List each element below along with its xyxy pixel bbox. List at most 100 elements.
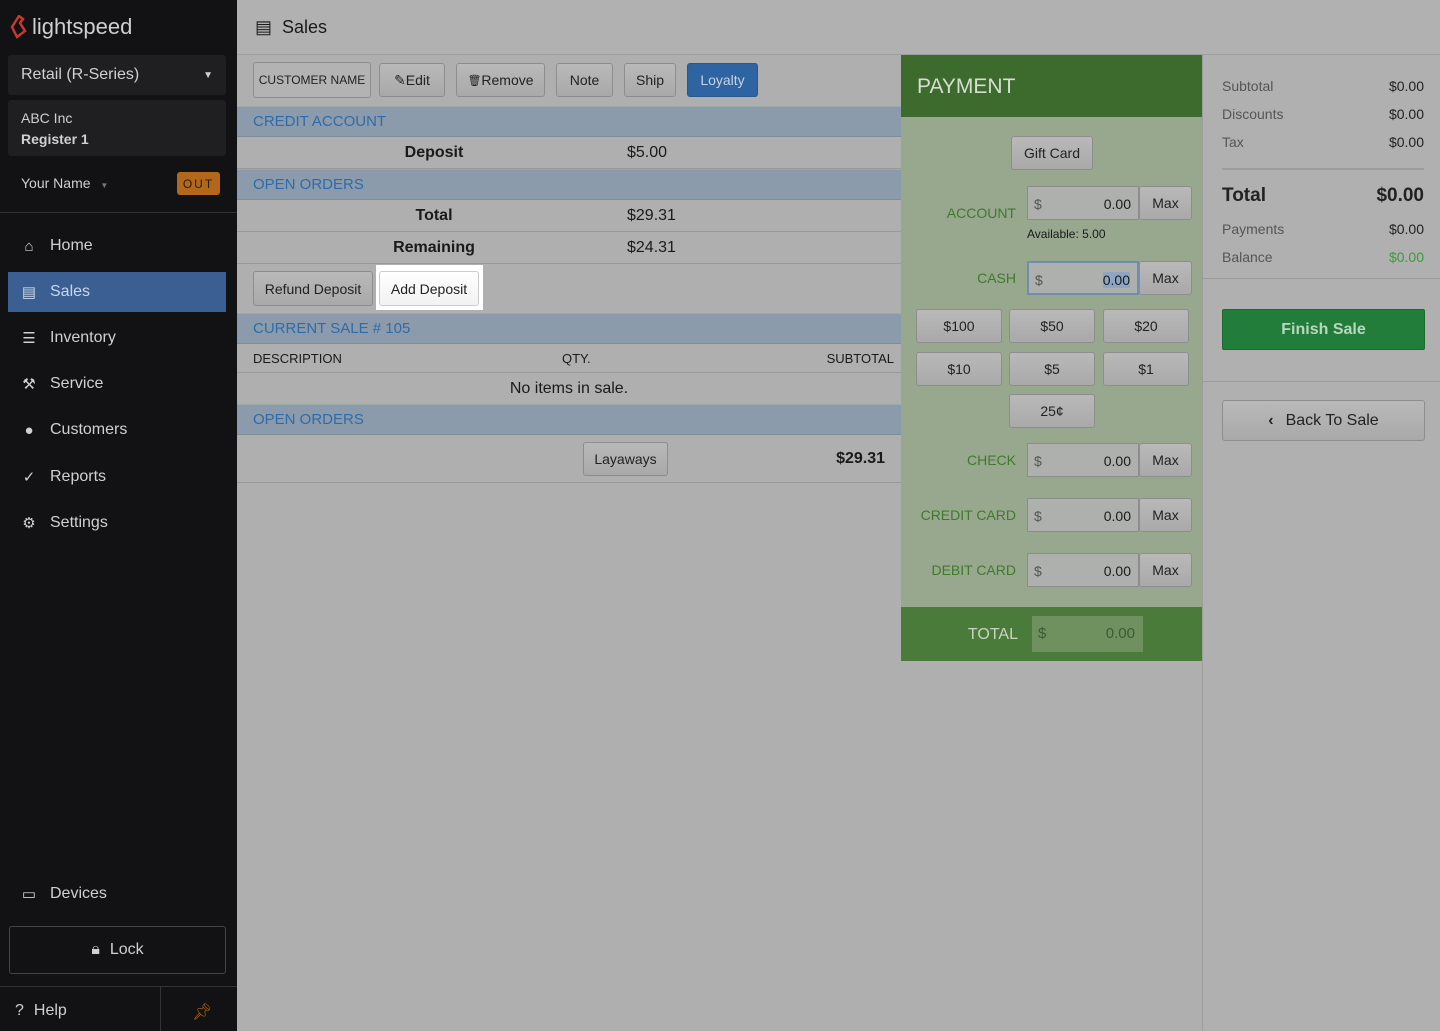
ship-button[interactable]: Ship (624, 63, 676, 97)
check-max-button[interactable]: Max (1139, 443, 1192, 477)
account-max-button[interactable]: Max (1139, 186, 1192, 220)
caret-down-icon: ▼ (203, 69, 213, 81)
sidebar-item-settings[interactable]: ⚙ Settings (8, 503, 226, 543)
sidebar-item-reports[interactable]: ✓ Reports (8, 457, 226, 497)
current-sale-header: CURRENT SALE # 105 (237, 313, 901, 344)
account-input[interactable]: $0.00 (1027, 186, 1139, 220)
sidebar-item-sales[interactable]: ▤ Sales (8, 272, 226, 312)
payment-total-field: $0.00 (1032, 616, 1143, 652)
cash-10-button[interactable]: $10 (916, 352, 1002, 386)
value: $0.00 (1376, 185, 1424, 206)
note-button[interactable]: Note (556, 63, 613, 97)
divider (1202, 381, 1440, 382)
cash-1-button[interactable]: $1 (1103, 352, 1189, 386)
nav-label: Customers (50, 421, 128, 438)
value: 0.00 (1103, 508, 1131, 524)
nav-label: Settings (50, 514, 108, 531)
cash-100-button[interactable]: $100 (916, 309, 1002, 343)
flame-icon (10, 15, 27, 39)
divider (0, 212, 237, 213)
label: Tax (1222, 134, 1244, 150)
brand-name: lightspeed (32, 14, 133, 39)
value: 0.00 (1102, 272, 1130, 288)
hammer-icon: ⚒ (22, 376, 36, 393)
value: $0.00 (1388, 134, 1424, 150)
layaways-button[interactable]: Layaways (583, 442, 668, 476)
credit-card-max-button[interactable]: Max (1139, 498, 1192, 532)
label: Total (1222, 185, 1266, 206)
devices-icon: ▭ (21, 886, 37, 903)
add-deposit-button[interactable]: Add Deposit (379, 271, 479, 306)
currency: $ (1034, 563, 1042, 579)
cash-max-button[interactable]: Max (1139, 261, 1192, 295)
tax-row: Tax $0.00 (1222, 134, 1424, 150)
loyalty-button[interactable]: Loyalty (687, 63, 758, 97)
clock-status-badge[interactable]: OUT (177, 172, 220, 195)
deposit-label: Deposit (404, 144, 464, 161)
cash-50-button[interactable]: $50 (1009, 309, 1095, 343)
remove-button[interactable]: 🗑︎ Remove (456, 63, 545, 97)
customer-name-button[interactable]: CUSTOMER NAME (253, 62, 371, 98)
divider (0, 986, 237, 987)
cash-input[interactable]: $0.00 (1027, 261, 1139, 295)
cash-20-button[interactable]: $20 (1103, 309, 1189, 343)
remaining-row: Remaining $24.31 (237, 232, 901, 264)
label: Subtotal (1222, 78, 1274, 94)
home-icon: ⌂ (24, 237, 34, 255)
layaways-row: Layaways $29.31 (237, 435, 901, 483)
back-to-sale-button[interactable]: ‹ Back To Sale (1222, 400, 1425, 441)
currency: $ (1034, 196, 1042, 212)
inventory-icon: ☰ (22, 330, 36, 347)
user-icon: ● (24, 421, 34, 439)
nav-label: Devices (50, 885, 107, 902)
sidebar-item-devices[interactable]: ▭ Devices (8, 874, 226, 914)
register-icon: ▤ (255, 16, 273, 37)
lock-button[interactable]: 🔒︎ Lock (9, 926, 226, 974)
help-label: Help (33, 1002, 67, 1019)
debit-card-input[interactable]: $0.00 (1027, 553, 1139, 587)
open-orders-header: OPEN ORDERS (237, 169, 901, 200)
product-label: Retail (R-Series) (21, 66, 140, 83)
sidebar-item-home[interactable]: ⌂ Home (8, 226, 226, 266)
debit-card-max-button[interactable]: Max (1139, 553, 1192, 587)
trash-icon: 🗑︎ (467, 74, 482, 87)
label: Payments (1222, 221, 1285, 237)
lock-label: Lock (109, 941, 144, 958)
remove-label: Remove (481, 72, 534, 88)
balance-row: Balance $0.00 (1222, 249, 1424, 265)
payments-row: Payments $0.00 (1222, 221, 1424, 237)
remaining-label: Remaining (393, 239, 475, 256)
credit-card-input[interactable]: $0.00 (1027, 498, 1139, 532)
help-button[interactable]: ? Help (15, 1002, 67, 1020)
register-icon: ▤ (21, 284, 37, 301)
cash-5-button[interactable]: $5 (1009, 352, 1095, 386)
company-name: ABC Inc (21, 110, 73, 126)
edit-button[interactable]: ✎ Edit (379, 63, 445, 97)
value: 0.00 (1103, 453, 1131, 469)
credit-card-label: CREDIT CARD (920, 507, 1016, 523)
layaways-amount: $29.31 (836, 450, 885, 467)
pin-icon[interactable]: 📌︎ (192, 1002, 212, 1022)
finish-sale-button[interactable]: Finish Sale (1222, 309, 1425, 350)
user-menu[interactable]: Your Name ▼ (21, 175, 108, 191)
product-selector[interactable]: Retail (R-Series) ▼ (8, 55, 226, 95)
column-subtotal: SUBTOTAL (826, 351, 894, 366)
discounts-row: Discounts $0.00 (1222, 106, 1424, 122)
sidebar-item-service[interactable]: ⚒ Service (8, 364, 226, 404)
page-header: ▤ Sales (237, 0, 1440, 55)
nav-label: Inventory (50, 329, 116, 346)
currency: $ (1034, 453, 1042, 469)
value: $0.00 (1388, 249, 1424, 265)
refund-deposit-button[interactable]: Refund Deposit (253, 271, 373, 306)
cash-25c-button[interactable]: 25¢ (1009, 394, 1095, 428)
nav-label: Reports (50, 468, 107, 485)
column-description: DESCRIPTION (253, 351, 342, 366)
gift-card-button[interactable]: Gift Card (1011, 136, 1093, 170)
check-input[interactable]: $0.00 (1027, 443, 1139, 477)
payment-total-label: TOTAL (967, 626, 1018, 643)
divider (1202, 278, 1440, 279)
label: Discounts (1222, 106, 1284, 122)
sidebar-item-customers[interactable]: ● Customers (8, 410, 226, 450)
sidebar-item-inventory[interactable]: ☰ Inventory (8, 318, 226, 358)
edit-label: Edit (405, 72, 430, 88)
